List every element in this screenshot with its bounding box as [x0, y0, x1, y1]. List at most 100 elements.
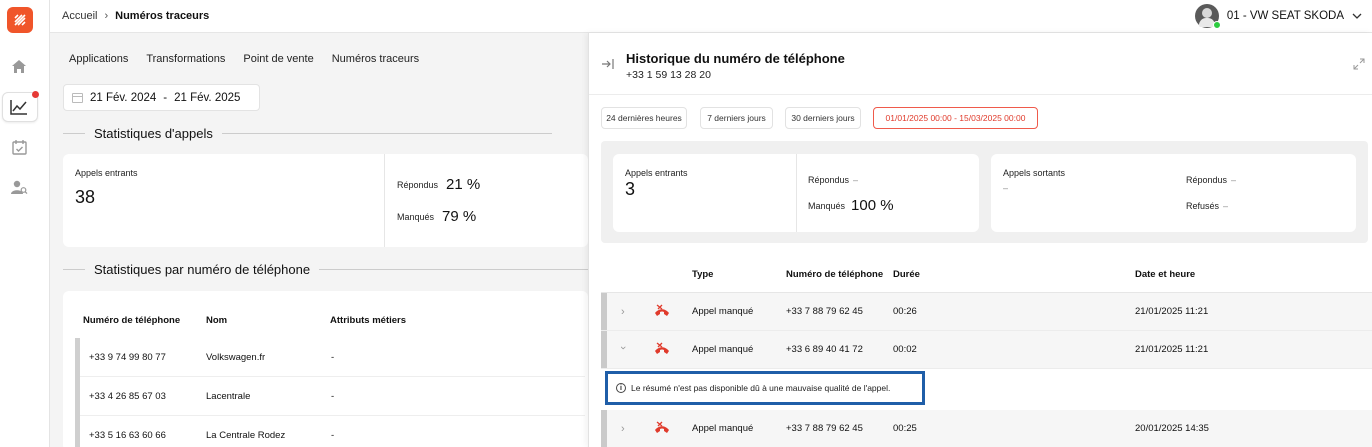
row-indicator-bar [601, 293, 607, 330]
incoming-label: Appels entrants [75, 168, 138, 178]
account-name: 01 - VW SEAT SKODA [1226, 10, 1344, 22]
phone-history-panel: Historique du numéro de téléphone +33 1 … [588, 33, 1372, 447]
incoming-value: 38 [75, 187, 96, 207]
call-phone: +33 7 88 79 62 45 [786, 423, 863, 434]
column-header-phone: Numéro de téléphone [83, 315, 181, 326]
call-type: Appel manqué [692, 344, 754, 355]
chart-icon[interactable] [9, 97, 29, 117]
phone-stats-heading: Statistiques par numéro de téléphone [63, 262, 649, 277]
filter-chip-custom-range[interactable]: 01/01/2025 00:00 - 15/03/2025 00:00 [873, 107, 1038, 129]
collapse-panel-icon[interactable] [601, 58, 615, 70]
filter-chip-24h[interactable]: 24 dernières heures [601, 107, 687, 129]
call-type: Appel manqué [692, 423, 754, 434]
table-row[interactable]: +33 9 74 99 80 77 Volkswagen.fr - [80, 338, 585, 377]
outgoing-label: Appels sortants [1003, 168, 1066, 178]
missed-call-icon [655, 304, 669, 316]
refused-value: – [1223, 201, 1229, 211]
calendar-check-icon[interactable] [9, 137, 29, 157]
calendar-icon [72, 92, 83, 103]
breadcrumb: Accueil › Numéros traceurs [62, 10, 209, 22]
call-duration: 00:26 [893, 306, 917, 317]
call-type: Appel manqué [692, 306, 754, 317]
top-bar: Accueil › Numéros traceurs 01 - VW SEAT … [50, 0, 1372, 33]
chevron-down-icon [1352, 13, 1362, 19]
date-start: 21 Fév. 2024 [90, 91, 157, 104]
chevron-right-icon[interactable]: › [621, 306, 629, 318]
tab-applications[interactable]: Applications [69, 53, 128, 65]
row-indicator-bar [601, 410, 607, 447]
tab-point-de-vente[interactable]: Point de vente [243, 53, 313, 65]
refused-label: Refusés [1186, 201, 1220, 211]
row-name: La Centrale Rodez [206, 430, 286, 441]
call-duration: 00:02 [893, 344, 917, 355]
outgoing-value: – [1003, 183, 1009, 193]
panel-header: Historique du numéro de téléphone +33 1 … [589, 33, 1372, 95]
chevron-right-icon[interactable]: › [621, 423, 629, 435]
breadcrumb-current: Numéros traceurs [115, 10, 210, 22]
outgoing-summary-card: Appels sortants – Répondus – Refusés – [991, 154, 1356, 232]
column-header-duration: Durée [893, 269, 920, 280]
call-row[interactable]: › Appel manqué +33 7 88 79 62 45 00:25 2… [601, 410, 1372, 447]
missed-label: Manqués [397, 211, 435, 222]
table-row[interactable]: +33 5 16 63 60 66 La Centrale Rodez - [80, 416, 585, 447]
date-end: 21 Fév. 2025 [174, 91, 241, 104]
table-row[interactable]: +33 4 26 85 67 03 Lacentrale - [80, 377, 585, 416]
column-header-name: Nom [206, 315, 228, 326]
incoming-value: 3 [625, 179, 636, 199]
filter-chip-7d[interactable]: 7 derniers jours [700, 107, 773, 129]
column-header-datetime: Date et heure [1135, 269, 1196, 280]
breadcrumb-home-link[interactable]: Accueil [62, 10, 97, 22]
missed-call-icon [655, 342, 669, 354]
answered-value: 21 % [446, 176, 481, 193]
divider [796, 154, 797, 232]
phone-stats-title: Statistiques par numéro de téléphone [94, 262, 311, 277]
row-phone: +33 5 16 63 60 66 [89, 430, 166, 441]
missed-value: 100 % [851, 197, 894, 214]
call-datetime: 20/01/2025 14:35 [1135, 423, 1209, 434]
call-duration: 00:25 [893, 423, 917, 434]
home-icon[interactable] [9, 56, 29, 76]
outgoing-answered-value: – [1231, 175, 1237, 185]
call-stats-card: Appels entrants 38 Répondus 21 % Manqués… [63, 154, 588, 247]
incoming-label: Appels entrants [625, 168, 688, 178]
avatar [1194, 4, 1221, 29]
left-rail [0, 0, 50, 447]
row-name: Lacentrale [206, 391, 251, 402]
call-row[interactable]: › Appel manqué +33 7 88 79 62 45 00:26 2… [601, 293, 1372, 331]
call-stats-heading: Statistiques d'appels [63, 126, 552, 141]
column-header-phone: Numéro de téléphone [786, 269, 884, 280]
main-tabs: Applications Transformations Point de ve… [69, 53, 419, 65]
call-phone: +33 7 88 79 62 45 [786, 306, 863, 317]
row-attrs: - [331, 430, 335, 441]
outgoing-answered-label: Répondus [1186, 175, 1228, 185]
notice-text: Le résumé n'est pas disponible dû à une … [631, 383, 891, 393]
divider [384, 154, 385, 247]
missed-call-icon [655, 421, 669, 433]
summary-unavailable-notice: i Le résumé n'est pas disponible dû à un… [605, 371, 925, 405]
filter-chip-30d[interactable]: 30 derniers jours [785, 107, 861, 129]
answered-label: Répondus [397, 179, 439, 190]
row-phone: +33 9 74 99 80 77 [89, 352, 166, 363]
user-search-icon[interactable] [9, 177, 29, 197]
date-separator: - [163, 91, 168, 104]
expand-icon[interactable] [1353, 58, 1365, 70]
logo-icon [14, 14, 26, 26]
call-datetime: 21/01/2025 11:21 [1135, 306, 1209, 317]
row-attrs: - [331, 391, 335, 402]
panel-phone-number: +33 1 59 13 28 20 [626, 69, 711, 81]
call-phone: +33 6 89 40 41 72 [786, 344, 863, 355]
missed-value: 79 % [442, 208, 477, 225]
tab-numeros-traceurs[interactable]: Numéros traceurs [332, 53, 419, 65]
call-row-expanded[interactable]: › Appel manqué +33 6 89 40 41 72 00:02 2… [601, 331, 1372, 369]
date-range-picker[interactable]: 21 Fév. 2024 - 21 Fév. 2025 [63, 84, 260, 111]
tab-transformations[interactable]: Transformations [146, 53, 225, 65]
incoming-summary-card: Appels entrants 3 Répondus – Manqués 100… [613, 154, 979, 232]
row-name: Volkswagen.fr [206, 352, 266, 363]
row-indicator-bar [601, 331, 607, 368]
online-status-dot [1212, 21, 1221, 29]
account-switcher[interactable]: 01 - VW SEAT SKODA [1194, 4, 1362, 29]
chevron-down-icon[interactable]: › [617, 346, 629, 354]
panel-title: Historique du numéro de téléphone [626, 51, 845, 66]
call-datetime: 21/01/2025 11:21 [1135, 344, 1209, 355]
app-logo[interactable] [7, 7, 33, 33]
